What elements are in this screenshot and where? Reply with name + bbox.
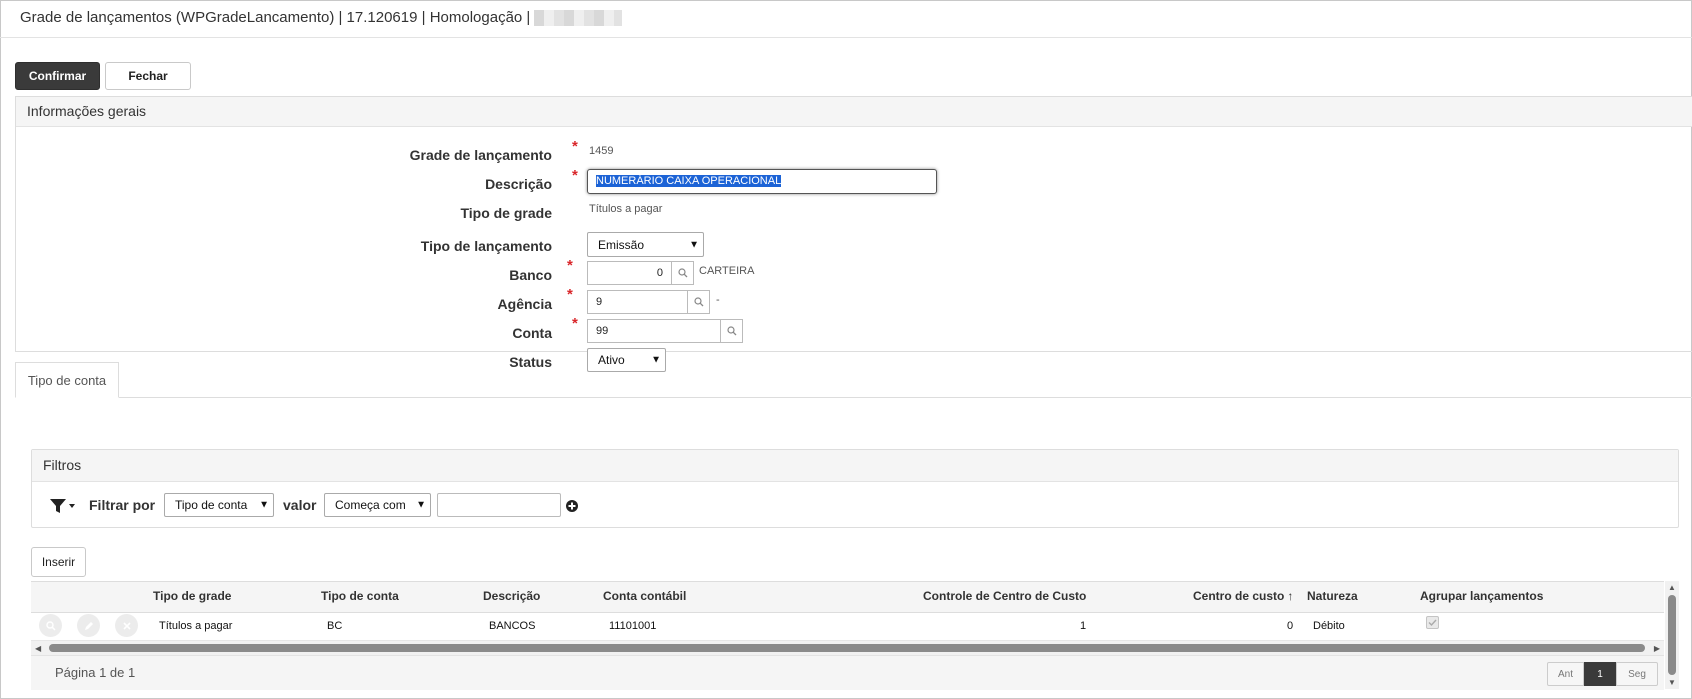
tipo-grade-value: Títulos a pagar [589,203,663,215]
descricao-input[interactable]: NUMERÁRIO CAIXA OPERACIONAL [587,169,937,194]
filters-header: Filtros [32,450,1678,482]
value-label: valor [283,497,317,513]
search-icon [693,297,703,307]
plus-circle-icon [566,500,578,512]
scroll-right-icon[interactable]: ▶ [1654,644,1660,653]
conta-input[interactable]: 99 [587,319,721,343]
tipo-grade-label: Tipo de grade [460,205,552,221]
close-button[interactable]: Fechar [105,62,191,90]
search-icon [45,620,56,631]
banco-description: CARTEIRA [699,265,755,277]
column-header-controle-centro-custo[interactable]: Controle de Centro de Custo [923,589,1086,603]
tab-bar-line [15,397,1692,398]
cell-conta-contabil: 11101001 [609,620,657,632]
column-header-conta-contabil[interactable]: Conta contábil [603,589,686,603]
close-icon [122,621,131,630]
required-marker: * [567,257,573,274]
filter-field-select[interactable]: Tipo de conta ▼ [164,493,274,517]
prev-page-button[interactable]: Ant [1547,662,1584,686]
tab-tipo-de-conta[interactable]: Tipo de conta [15,362,119,398]
search-icon [726,326,736,336]
insert-button[interactable]: Inserir [31,547,86,577]
conta-label: Conta [512,325,552,341]
vertical-scrollbar[interactable]: ▲ ▼ [1665,581,1679,689]
filters-panel: Filtros [31,449,1679,528]
cell-natureza: Débito [1313,620,1345,632]
column-header-descricao[interactable]: Descrição [483,589,540,603]
horizontal-scrollbar[interactable]: ◀ ▶ [31,641,1664,655]
required-marker: * [567,286,573,303]
chevron-down-icon: ▼ [416,499,426,511]
check-icon [1428,619,1437,627]
scroll-down-icon[interactable]: ▼ [1668,678,1676,687]
required-marker: * [572,315,578,332]
cell-tipo-de-grade: Títulos a pagar [159,620,233,632]
filter-operator-select[interactable]: Começa com ▼ [324,493,431,517]
next-page-button[interactable]: Seg [1616,662,1658,686]
pagination-info: Página 1 de 1 [55,665,136,680]
filter-by-label: Filtrar por [89,497,156,513]
general-info-header: Informações gerais [16,97,1692,127]
delete-row-button[interactable] [115,614,138,637]
cell-centro-de-custo: 0 [1287,620,1294,632]
agencia-description: - [716,294,720,306]
chevron-down-icon: ▼ [651,354,661,366]
general-info-panel: Informações gerais [15,96,1692,352]
scrollbar-thumb[interactable] [49,644,1645,652]
cell-controle-centro-custo: 1 [1080,620,1087,632]
filter-value-input[interactable] [437,493,561,517]
search-icon [677,268,687,278]
column-header-agrupar[interactable]: Agrupar lançamentos [1420,589,1543,603]
table-row[interactable] [31,612,1664,641]
chevron-down-icon: ▼ [259,499,269,511]
grade-value: 1459 [589,145,614,157]
filter-menu-button[interactable] [49,497,75,520]
banco-input[interactable]: 0 [587,261,672,285]
scroll-up-icon[interactable]: ▲ [1668,583,1676,592]
descricao-label: Descrição [485,176,552,192]
required-marker: * [572,138,578,155]
pencil-icon [84,621,93,630]
tipo-lancamento-label: Tipo de lançamento [420,238,552,254]
vertical-scrollbar-thumb[interactable] [1668,595,1676,675]
chevron-down-icon: ▼ [689,239,699,250]
column-header-tipo-de-grade[interactable]: Tipo de grade [153,589,231,603]
edit-row-button[interactable] [77,614,100,637]
banco-label: Banco [509,267,552,283]
pagination-bar [31,655,1664,690]
status-select[interactable]: Ativo ▼ [587,348,666,372]
sort-ascending-icon: ↑ [1287,589,1294,603]
title-bar: Grade de lançamentos (WPGradeLancamento)… [0,0,1692,38]
column-header-centro-de-custo[interactable]: Centro de custo ↑ [1193,589,1293,603]
agencia-input[interactable]: 9 [587,290,688,314]
banco-search-button[interactable] [672,261,694,285]
agrupar-checkbox[interactable] [1426,616,1439,629]
page-title: Grade de lançamentos (WPGradeLancamento)… [20,9,623,27]
column-header-natureza[interactable]: Natureza [1307,589,1358,603]
grade-label: Grade de lançamento [409,147,552,163]
redacted-environment [534,10,623,27]
agencia-label: Agência [497,296,552,312]
column-header-tipo-de-conta[interactable]: Tipo de conta [321,589,399,603]
filter-icon [50,499,75,513]
status-label: Status [509,354,552,370]
required-marker: * [572,167,578,184]
add-filter-button[interactable] [566,499,578,512]
conta-search-button[interactable] [721,319,743,343]
scroll-left-icon[interactable]: ◀ [35,644,41,653]
confirm-button[interactable]: Confirmar [15,62,100,90]
descricao-value: NUMERÁRIO CAIXA OPERACIONAL [596,175,782,187]
cell-tipo-de-conta: BC [327,620,343,632]
tipo-lancamento-select[interactable]: Emissão ▼ [587,232,704,257]
agencia-search-button[interactable] [688,290,710,314]
page-1-button[interactable]: 1 [1584,662,1616,686]
cell-descricao: BANCOS [489,620,536,632]
view-row-button[interactable] [39,614,62,637]
